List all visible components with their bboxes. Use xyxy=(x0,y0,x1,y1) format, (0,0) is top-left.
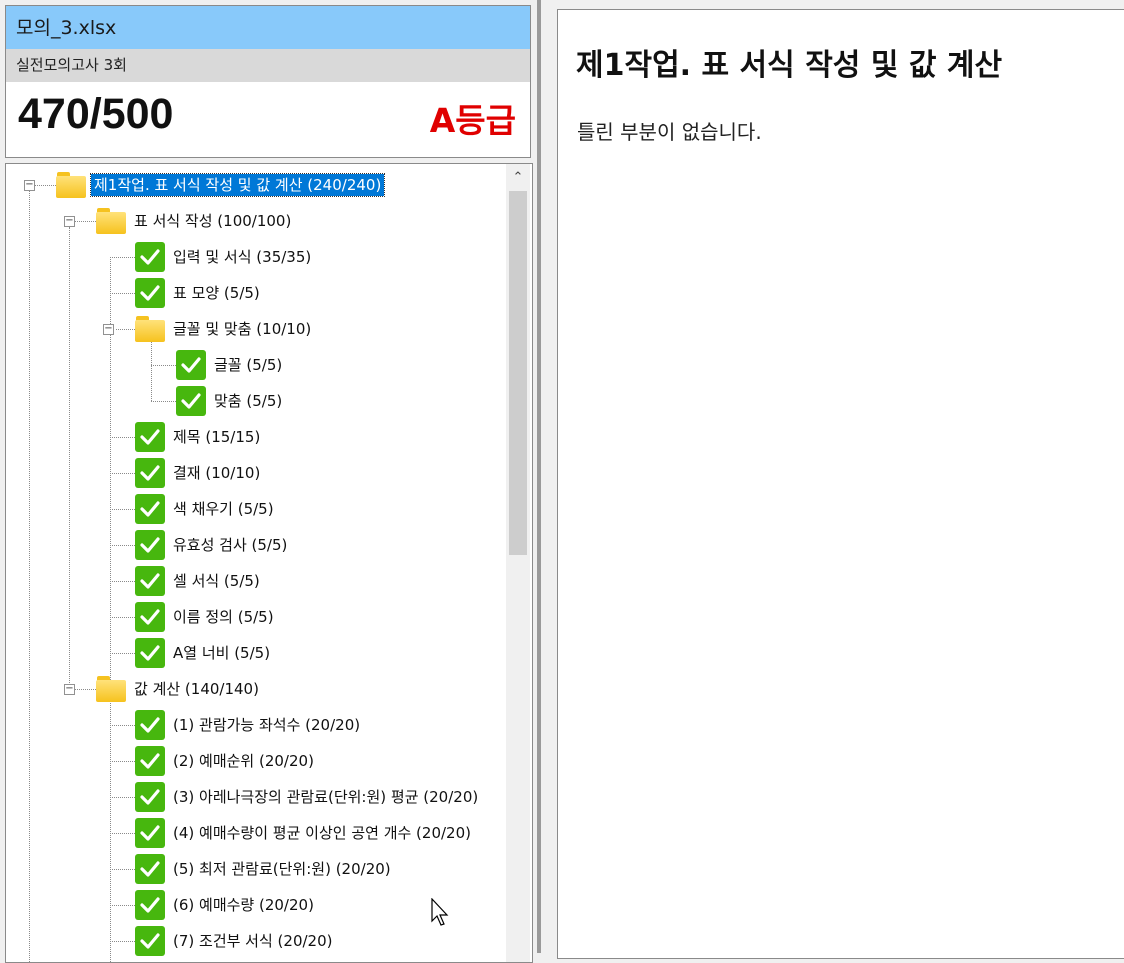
result-tree[interactable]: − 제1작업. 표 서식 작성 및 값 계산 (240/240) − 표 서식 작성 … xyxy=(5,163,533,963)
tree-folder-label[interactable]: 값 계산 (140/140) xyxy=(134,678,259,700)
tree-connector-line xyxy=(110,833,135,834)
check-icon xyxy=(176,386,206,416)
folder-icon xyxy=(56,172,86,198)
tree-connector-line xyxy=(110,797,135,798)
tree-connector-line xyxy=(110,545,135,546)
check-icon xyxy=(135,458,165,488)
scroll-thumb[interactable] xyxy=(509,191,527,555)
tree-connector-line xyxy=(151,365,176,366)
collapse-icon[interactable]: − xyxy=(64,684,75,695)
tree-item-label[interactable]: (2) 예매순위 (20/20) xyxy=(173,750,314,772)
scroll-up-arrow-icon[interactable]: ⌃ xyxy=(506,164,530,188)
check-icon xyxy=(135,494,165,524)
tree-connector-line xyxy=(110,725,135,726)
folder-icon xyxy=(96,676,126,702)
tree-connector-line xyxy=(110,581,135,582)
collapse-icon[interactable]: − xyxy=(64,216,75,227)
folder-icon xyxy=(96,208,126,234)
check-icon xyxy=(135,242,165,272)
check-icon xyxy=(135,818,165,848)
check-icon xyxy=(135,566,165,596)
mouse-cursor-icon xyxy=(431,898,449,926)
tree-connector-line xyxy=(75,221,96,222)
tree-item-label[interactable]: 셀 서식 (5/5) xyxy=(173,570,260,592)
pane-splitter[interactable] xyxy=(537,0,541,953)
tree-connector-line xyxy=(69,227,70,683)
check-icon xyxy=(135,890,165,920)
file-name-header: 모의_3.xlsx xyxy=(5,5,531,49)
tree-connector-line xyxy=(110,869,135,870)
tree-connector-line xyxy=(151,401,176,402)
tree-item-label[interactable]: (4) 예매수량이 평균 이상인 공연 개수 (20/20) xyxy=(173,822,471,844)
tree-connector-line xyxy=(110,941,135,942)
tree-item-label[interactable]: 표 모양 (5/5) xyxy=(173,282,260,304)
check-icon xyxy=(135,854,165,884)
tree-item-label[interactable]: 색 채우기 (5/5) xyxy=(173,498,274,520)
tree-item-label[interactable]: 유효성 검사 (5/5) xyxy=(173,534,287,556)
tree-connector-line xyxy=(110,509,135,510)
tree-folder-label[interactable]: 표 서식 작성 (100/100) xyxy=(134,210,291,232)
tree-item-label[interactable]: (6) 예매수량 (20/20) xyxy=(173,894,314,916)
tree-item-label[interactable]: 맞춤 (5/5) xyxy=(214,390,282,412)
tree-connector-line xyxy=(110,905,135,906)
tree-connector-line xyxy=(110,257,111,962)
detail-title: 제1작업. 표 서식 작성 및 값 계산 xyxy=(576,48,1003,83)
check-icon xyxy=(135,602,165,632)
tree-connector-line xyxy=(110,473,135,474)
check-icon xyxy=(135,710,165,740)
tree-connector-line xyxy=(110,761,135,762)
check-icon xyxy=(135,638,165,668)
detail-panel: 제1작업. 표 서식 작성 및 값 계산 틀린 부분이 없습니다. xyxy=(557,9,1124,959)
score-value: 470/500 xyxy=(18,90,174,138)
grade-label: A등급 xyxy=(429,101,516,140)
tree-item-label[interactable]: 입력 및 서식 (35/35) xyxy=(173,246,311,268)
tree-connector-line xyxy=(116,329,135,330)
collapse-icon[interactable]: − xyxy=(24,180,35,191)
check-icon xyxy=(135,746,165,776)
tree-item-label[interactable]: 제목 (15/15) xyxy=(173,426,260,448)
tree-connector-line xyxy=(35,185,56,186)
vertical-scrollbar[interactable]: ⌃ xyxy=(506,164,530,962)
tree-connector-line xyxy=(110,437,135,438)
tree-item-label[interactable]: (3) 아레나극장의 관람료(단위:원) 평균 (20/20) xyxy=(173,786,478,808)
tree-connector-line xyxy=(110,257,135,258)
tree-connector-line xyxy=(110,617,135,618)
tree-item-label[interactable]: (5) 최저 관람료(단위:원) (20/20) xyxy=(173,858,391,880)
tree-item-label[interactable]: A열 너비 (5/5) xyxy=(173,642,270,664)
collapse-icon[interactable]: − xyxy=(103,324,114,335)
tree-folder-label[interactable]: 글꼴 및 맞춤 (10/10) xyxy=(173,318,311,340)
tree-item-label[interactable]: (7) 조건부 서식 (20/20) xyxy=(173,930,332,952)
tree-connector-line xyxy=(29,191,30,962)
check-icon xyxy=(135,926,165,956)
check-icon xyxy=(135,530,165,560)
score-box: 470/500 A등급 xyxy=(5,82,531,158)
tree-connector-line xyxy=(75,689,96,690)
tree-connector-line xyxy=(110,293,135,294)
tree-folder-label[interactable]: 제1작업. 표 서식 작성 및 값 계산 (240/240) xyxy=(89,173,386,197)
check-icon xyxy=(135,278,165,308)
tree-connector-line xyxy=(110,653,135,654)
folder-icon xyxy=(135,316,165,342)
check-icon xyxy=(135,782,165,812)
check-icon xyxy=(135,422,165,452)
tree-item-label[interactable]: 글꼴 (5/5) xyxy=(214,354,282,376)
check-icon xyxy=(176,350,206,380)
detail-message: 틀린 부분이 없습니다. xyxy=(577,120,762,144)
tree-connector-line xyxy=(151,335,152,401)
tree-item-label[interactable]: (1) 관람가능 좌석수 (20/20) xyxy=(173,714,360,736)
exam-name: 실전모의고사 3회 xyxy=(5,49,531,82)
tree-item-label[interactable]: 이름 정의 (5/5) xyxy=(173,606,274,628)
tree-item-label[interactable]: 결재 (10/10) xyxy=(173,462,260,484)
